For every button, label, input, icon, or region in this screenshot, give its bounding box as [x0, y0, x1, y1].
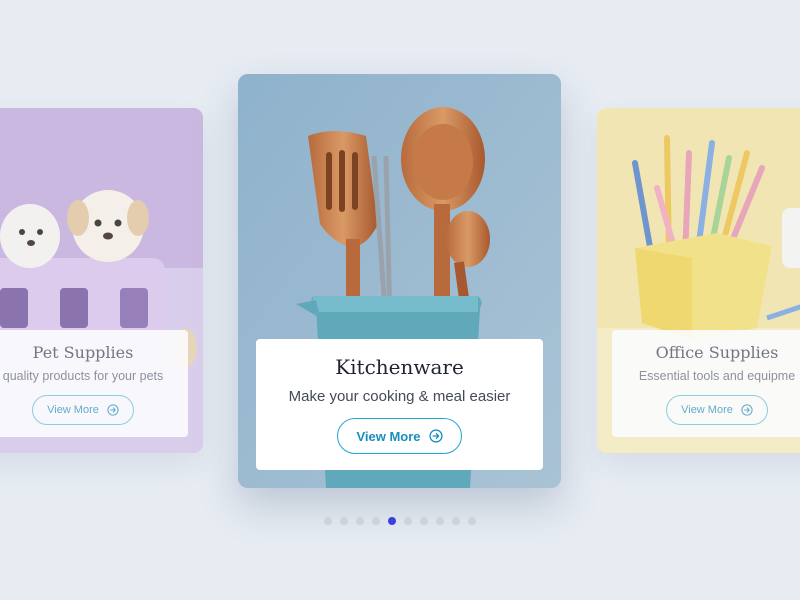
card-info-panel: Pet Supplies quality products for your p… — [0, 330, 188, 437]
card-title: Office Supplies — [655, 343, 779, 362]
pagination-dot[interactable] — [356, 517, 364, 525]
card-office-supplies[interactable]: Office Supplies Essential tools and equi… — [597, 108, 800, 453]
card-subtitle: Essential tools and equipme — [638, 369, 796, 383]
arrow-right-circle-icon — [428, 429, 443, 443]
pagination-dot[interactable] — [436, 517, 444, 525]
view-more-label: View More — [681, 404, 733, 416]
card-title: Pet Supplies — [32, 343, 134, 362]
view-more-button[interactable]: View More — [32, 395, 134, 425]
card-subtitle: Make your cooking & meal easier — [288, 388, 511, 405]
arrow-right-circle-icon — [741, 404, 753, 416]
card-info-panel: Kitchenware Make your cooking & meal eas… — [256, 339, 543, 470]
pagination-dot[interactable] — [404, 517, 412, 525]
pagination-dot[interactable] — [324, 517, 332, 525]
pagination-dot[interactable] — [372, 517, 380, 525]
product-carousel: Pet Supplies quality products for your p… — [0, 0, 800, 600]
card-info-panel: Office Supplies Essential tools and equi… — [612, 330, 800, 437]
view-more-label: View More — [356, 428, 421, 444]
view-more-button[interactable]: View More — [337, 418, 462, 454]
card-kitchenware[interactable]: Kitchenware Make your cooking & meal eas… — [238, 74, 561, 488]
carousel-pagination — [0, 517, 800, 525]
pagination-dot-active[interactable] — [388, 517, 396, 525]
pagination-dot[interactable] — [452, 517, 460, 525]
pagination-dot[interactable] — [340, 517, 348, 525]
arrow-right-circle-icon — [107, 404, 119, 416]
card-pet-supplies[interactable]: Pet Supplies quality products for your p… — [0, 108, 203, 453]
pagination-dot[interactable] — [420, 517, 428, 525]
view-more-label: View More — [47, 404, 99, 416]
pagination-dot[interactable] — [468, 517, 476, 525]
card-title: Kitchenware — [335, 355, 464, 379]
view-more-button[interactable]: View More — [666, 395, 768, 425]
card-subtitle: quality products for your pets — [2, 369, 164, 383]
